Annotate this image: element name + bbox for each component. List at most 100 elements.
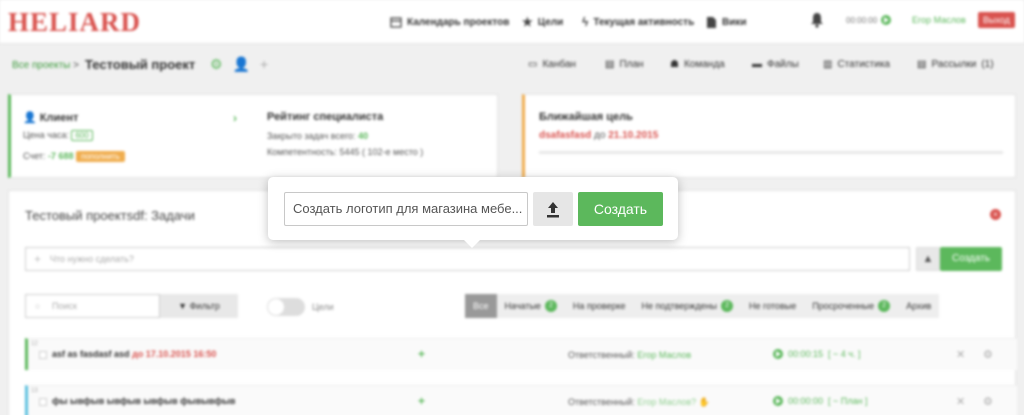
tab-plan[interactable]: ▤ План bbox=[605, 55, 644, 73]
task-plan[interactable]: [ ~ План ] bbox=[828, 396, 867, 406]
status-filters: Все Начатые 2 На проверке Не подтверждены… bbox=[465, 294, 940, 318]
tab-team-label: Команда bbox=[683, 58, 725, 70]
quick-task-popup: Создать логотип для магазина мебе... Соз… bbox=[268, 177, 678, 248]
timer[interactable]: 00:00:00 bbox=[846, 15, 892, 25]
tab-team[interactable]: ☗ Команда bbox=[670, 55, 725, 73]
popup-task-input[interactable]: Создать логотип для магазина мебе... bbox=[284, 192, 528, 226]
play-icon[interactable] bbox=[773, 396, 783, 406]
goal-card: Ближайшая цель dsafasfasd до 21.10.2015 bbox=[522, 94, 1016, 178]
task-number: 13 bbox=[31, 388, 38, 394]
client-card: 👤 Клиент Цена часа: 600 Счет: -7 688 поп… bbox=[8, 94, 498, 178]
filter-not-ready-label: Не готовые bbox=[749, 301, 797, 311]
delete-icon[interactable]: ✕ bbox=[956, 395, 965, 408]
task-responsible: Ответственный: Егор Маслов bbox=[568, 350, 691, 360]
responsible-name[interactable]: Егор Маслов bbox=[637, 350, 691, 360]
top-bar: HELIARD Календарь проектов ★ Цели ϟ Теку… bbox=[0, 0, 1024, 44]
create-task-button[interactable]: Создать bbox=[940, 247, 1002, 271]
tab-files[interactable]: ▬ Файлы bbox=[752, 55, 799, 73]
gear-icon[interactable]: ⚙ bbox=[983, 348, 993, 361]
filter-unconfirmed[interactable]: Не подтверждены 2 bbox=[633, 294, 742, 318]
goal-progress bbox=[539, 151, 1003, 154]
project-actions: ⚙ 👤 + bbox=[210, 56, 268, 73]
price-label: Цена часа: bbox=[23, 130, 69, 140]
task-title[interactable]: фы ывфыв ывфыв ывфыв фывывфыв bbox=[52, 396, 235, 406]
logout-button[interactable]: Выход bbox=[978, 12, 1015, 28]
new-task-input[interactable]: + Что нужно сделать? bbox=[25, 247, 910, 271]
tab-kanban[interactable]: ▭ Канбан bbox=[528, 55, 576, 73]
task-plan[interactable]: [ ~ 4 ч. ] bbox=[828, 349, 860, 359]
close-icon[interactable]: × bbox=[990, 209, 1001, 220]
closed-value: 40 bbox=[358, 131, 369, 141]
filter-started-label: Начатые bbox=[504, 301, 541, 311]
table-row[interactable]: 13 фы ывфыв ывфыв ывфыв фывывфыв + Ответ… bbox=[25, 385, 1017, 415]
goal-row[interactable]: dsafasfasd до 21.10.2015 bbox=[539, 130, 658, 141]
gear-icon[interactable]: ⚙ bbox=[983, 395, 993, 408]
filter-overdue[interactable]: Просроченные 2 bbox=[804, 294, 899, 318]
closed-row: Закрыто задач всего: 40 bbox=[267, 131, 368, 141]
popup-create-button[interactable]: Создать bbox=[578, 192, 663, 226]
add-user-icon[interactable]: 👤 bbox=[233, 56, 250, 73]
responsible-label: Ответственный: bbox=[568, 397, 635, 407]
tab-mailings[interactable]: ▤ Рассылки (1) bbox=[917, 55, 994, 73]
logo[interactable]: HELIARD bbox=[8, 7, 141, 37]
popup-upload-button[interactable] bbox=[533, 192, 573, 226]
closed-label: Закрыто задач всего: bbox=[267, 131, 356, 141]
filter-button[interactable]: ▼ Фильтр bbox=[160, 294, 238, 318]
tab-stats[interactable]: ▥ Статистика bbox=[823, 55, 890, 73]
add-subtask-icon[interactable]: + bbox=[418, 347, 425, 361]
price-row: Цена часа: 600 bbox=[23, 130, 93, 141]
thumbs-up-icon[interactable]: ✋ bbox=[699, 397, 710, 407]
goals-toggle[interactable] bbox=[267, 298, 305, 316]
breadcrumb-all-projects[interactable]: Все проекты bbox=[12, 60, 70, 71]
play-icon[interactable] bbox=[881, 15, 892, 25]
goals-toggle-label: Цели bbox=[312, 302, 334, 312]
search-placeholder: Поиск bbox=[52, 301, 77, 311]
task-timer[interactable]: 00:00:00 [ ~ План ] bbox=[773, 396, 868, 406]
filter-started[interactable]: Начатые 2 bbox=[496, 294, 565, 318]
rating-title: Рейтинг специалиста bbox=[267, 111, 384, 123]
account-row: Счет: -7 688 пополнить bbox=[23, 151, 125, 162]
nav-wiki[interactable]: Вики bbox=[706, 0, 747, 44]
upload-icon[interactable]: ▲ bbox=[916, 247, 940, 271]
bell-icon[interactable] bbox=[810, 12, 824, 28]
settings-icon[interactable]: ⚙ bbox=[210, 56, 223, 73]
goal-name[interactable]: dsafasfasd bbox=[539, 130, 591, 141]
chevron-right-icon[interactable]: › bbox=[233, 111, 237, 125]
task-timer[interactable]: 00:00:15 [ ~ 4 ч. ] bbox=[773, 349, 861, 359]
document-icon bbox=[707, 16, 716, 28]
account-label: Счет: bbox=[23, 151, 46, 161]
breadcrumb[interactable]: Все проекты > bbox=[12, 60, 79, 71]
filter-review[interactable]: На проверке bbox=[564, 294, 634, 318]
filter-all[interactable]: Все bbox=[465, 294, 497, 318]
table-row[interactable]: 12 asf as fasdasf asd до 17.10.2015 16:5… bbox=[25, 338, 1017, 370]
search-input[interactable]: ○ Поиск bbox=[25, 294, 160, 318]
filter-overdue-label: Просроченные bbox=[812, 301, 875, 311]
tab-plan-label: План bbox=[619, 58, 644, 70]
nav-goals[interactable]: ★ Цели bbox=[522, 0, 563, 44]
competence-label: Компетентность: bbox=[267, 147, 337, 157]
nav-calendar[interactable]: Календарь проектов bbox=[390, 0, 509, 44]
task-title-text: asf as fasdasf asd bbox=[52, 349, 130, 359]
filter-archive-label: Архив bbox=[906, 301, 932, 311]
task-title[interactable]: asf as fasdasf asd до 17.10.2015 16:50 bbox=[52, 349, 216, 359]
nav-activity[interactable]: ϟ Текущая активность bbox=[582, 0, 694, 44]
user-icon: 👤 bbox=[23, 112, 37, 124]
tasks-title: Тестовый проектsdf: Задачи bbox=[25, 208, 195, 223]
task-checkbox[interactable] bbox=[39, 398, 47, 406]
topup-button[interactable]: пополнить bbox=[75, 151, 125, 162]
filter-archive[interactable]: Архив bbox=[898, 294, 940, 318]
nav-calendar-label: Календарь проектов bbox=[407, 16, 510, 28]
responsible-name[interactable]: Егор Маслов? bbox=[637, 397, 696, 407]
add-icon[interactable]: + bbox=[260, 56, 268, 73]
chart-icon: ▥ bbox=[823, 58, 833, 70]
user-name[interactable]: Егор Маслов bbox=[912, 15, 966, 25]
filter-not-ready[interactable]: Не готовые bbox=[741, 294, 805, 318]
price-value[interactable]: 600 bbox=[71, 130, 93, 141]
tab-mailings-count: (1) bbox=[981, 58, 994, 70]
task-checkbox[interactable] bbox=[39, 351, 47, 359]
play-icon[interactable] bbox=[773, 349, 783, 359]
mail-icon: ▤ bbox=[917, 58, 927, 70]
delete-icon[interactable]: ✕ bbox=[956, 348, 965, 361]
add-subtask-icon[interactable]: + bbox=[418, 394, 425, 408]
goal-title: Ближайшая цель bbox=[539, 111, 633, 123]
